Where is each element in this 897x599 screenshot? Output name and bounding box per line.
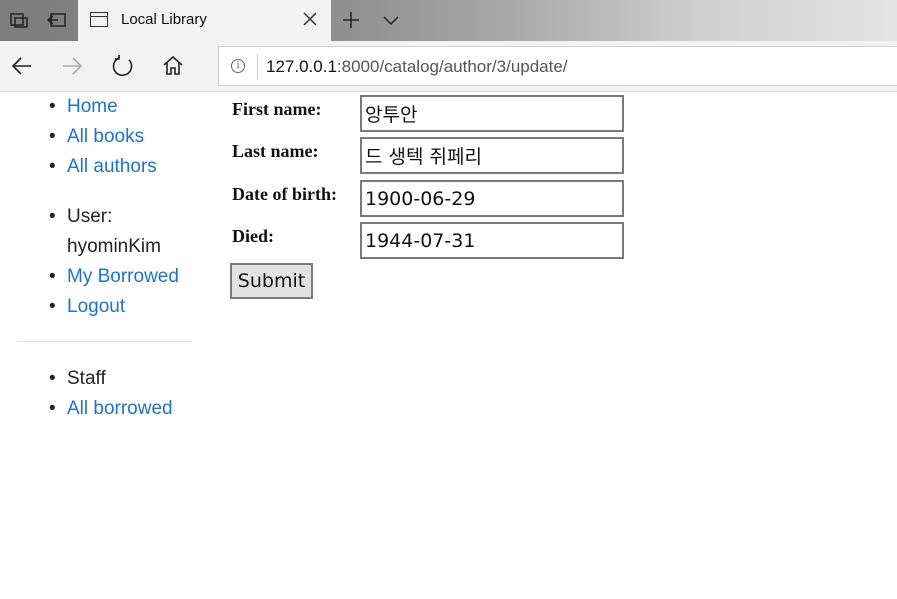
url-text[interactable]: 127.0.0.1:8000/catalog/author/3/update/ (266, 57, 568, 77)
back-icon[interactable] (9, 53, 35, 79)
sidebar-item-logout: Logout (49, 296, 125, 318)
sidebar-item-all-authors: All authors (49, 156, 157, 178)
info-icon[interactable]: i (231, 59, 245, 73)
first-name-field[interactable] (360, 95, 624, 132)
home-icon[interactable] (160, 53, 186, 79)
username: hyominKim (67, 236, 161, 257)
logout-link[interactable]: Logout (67, 296, 125, 317)
close-tab-icon[interactable] (300, 9, 320, 29)
died-label: Died: (232, 226, 274, 246)
home-link[interactable]: Home (67, 96, 118, 117)
date-of-birth-field[interactable] (360, 180, 624, 217)
url-host: 127.0.0.1 (266, 57, 337, 76)
last-name-field[interactable] (360, 137, 624, 174)
navigation-bar: i 127.0.0.1:8000/catalog/author/3/update… (0, 41, 897, 92)
all-authors-link[interactable]: All authors (67, 156, 157, 177)
date-of-birth-label: Date of birth: (232, 184, 337, 204)
url-path: :8000/catalog/author/3/update/ (336, 57, 568, 76)
sidebar-divider (17, 341, 192, 342)
sidebar-item-all-books: All books (49, 126, 144, 148)
address-divider (257, 54, 258, 80)
address-bar[interactable]: i 127.0.0.1:8000/catalog/author/3/update… (218, 46, 897, 86)
tab-groups-icon[interactable] (8, 10, 30, 30)
sidebar-item-all-borrowed: All borrowed (49, 398, 173, 420)
all-borrowed-link[interactable]: All borrowed (67, 398, 173, 419)
died-field[interactable] (360, 222, 624, 259)
tab-title: Local Library (121, 11, 207, 28)
my-borrowed-link[interactable]: My Borrowed (67, 266, 179, 287)
tab-local-library[interactable]: Local Library (78, 0, 331, 41)
refresh-icon[interactable] (110, 53, 136, 79)
sidebar-item-my-borrowed: My Borrowed (49, 266, 179, 288)
submit-button[interactable]: Submit (230, 263, 313, 299)
first-name-label: First name: (232, 99, 322, 119)
page-icon (90, 12, 108, 27)
staff-label: Staff (49, 368, 106, 390)
new-tab-icon[interactable] (340, 9, 362, 31)
last-name-label: Last name: (232, 141, 319, 161)
set-aside-tabs-icon[interactable] (46, 10, 68, 30)
forward-icon[interactable] (59, 53, 85, 79)
chevron-down-icon[interactable] (380, 9, 402, 31)
user-label: User: (49, 206, 113, 228)
sidebar-item-home: Home (49, 96, 118, 118)
tab-strip: Local Library (0, 0, 897, 41)
all-books-link[interactable]: All books (67, 126, 144, 147)
